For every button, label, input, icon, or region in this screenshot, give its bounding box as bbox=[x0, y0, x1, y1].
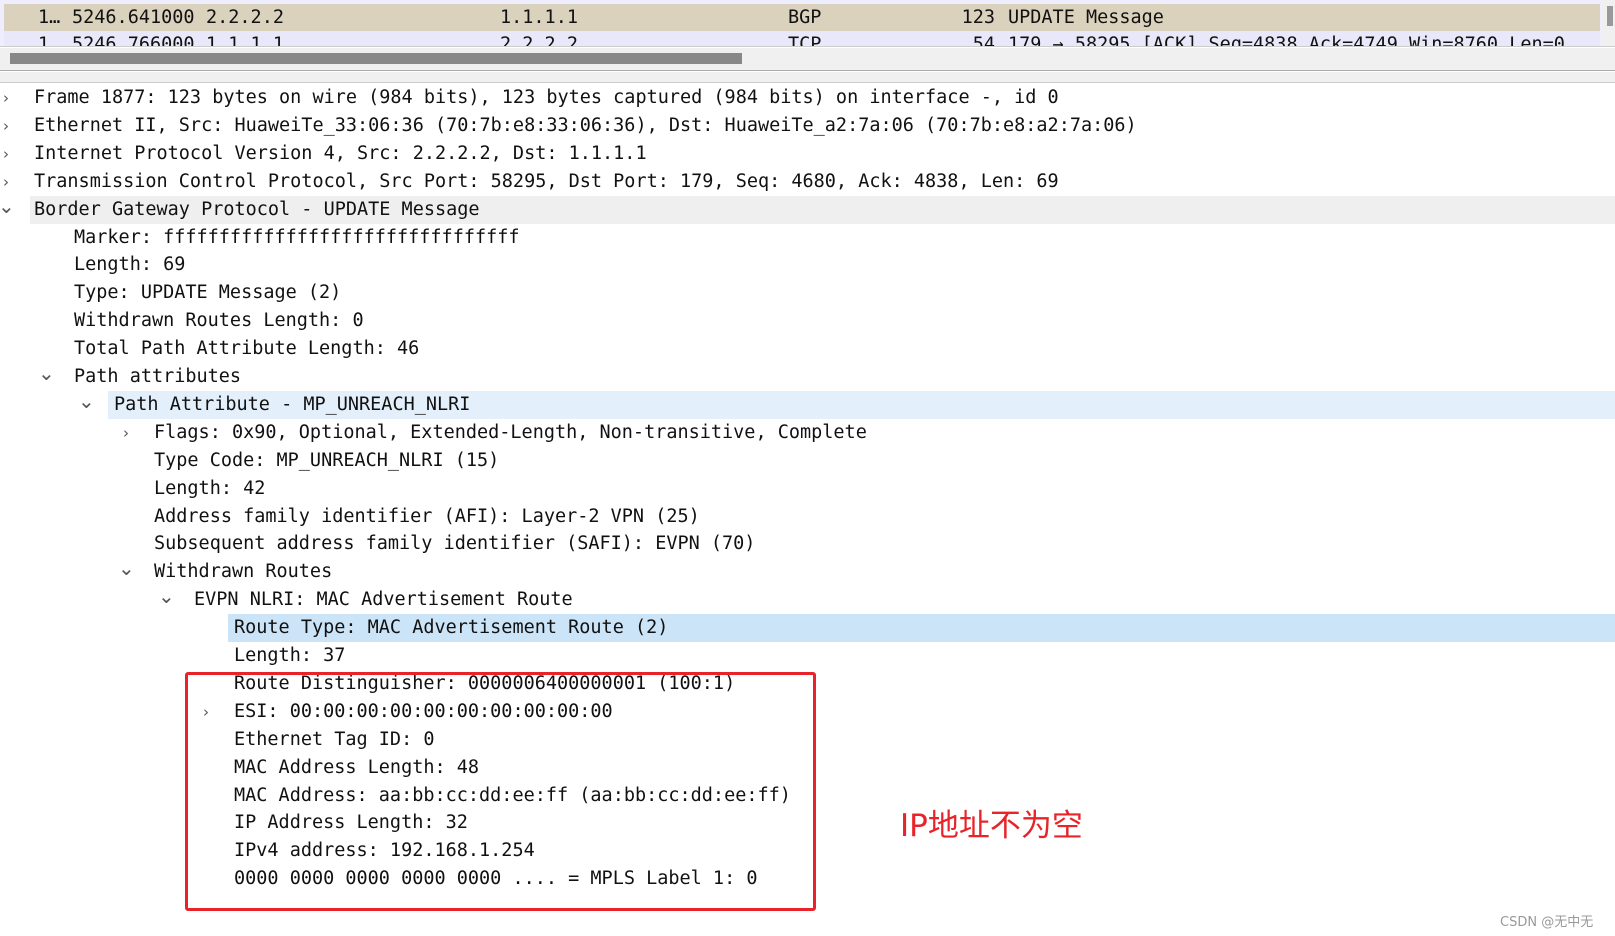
tree-item[interactable]: Total Path Attribute Length: 46 bbox=[0, 335, 1615, 363]
tree-item-label: Marker: ffffffffffffffffffffffffffffffff bbox=[74, 226, 520, 248]
tree-item-label: Path Attribute - MP_UNREACH_NLRI bbox=[114, 393, 471, 415]
tree-item[interactable]: Route Type: MAC Advertisement Route (2) bbox=[0, 614, 1615, 643]
pane-splitter[interactable] bbox=[0, 72, 1615, 83]
tree-item-label: Type Code: MP_UNREACH_NLRI (15) bbox=[154, 449, 500, 471]
tree-item[interactable]: ⌄ Withdrawn Routes bbox=[0, 558, 1615, 586]
tree-item[interactable]: Address family identifier (AFI): Layer-2… bbox=[0, 503, 1615, 531]
packet-row[interactable]: 1… 5246.641000 2.2.2.2 1.1.1.1 BGP 123 U… bbox=[4, 4, 1600, 31]
packet-time: 5246.766000 bbox=[72, 34, 195, 47]
tree-item-label: Total Path Attribute Length: 46 bbox=[74, 338, 420, 360]
chevron-down-icon[interactable]: ⌄ bbox=[38, 363, 55, 383]
tree-item[interactable]: Type: UPDATE Message (2) bbox=[0, 279, 1615, 307]
tree-item-label: Type: UPDATE Message (2) bbox=[74, 282, 342, 304]
tree-item[interactable]: › Frame 1877: 123 bytes on wire (984 bits… bbox=[0, 84, 1615, 112]
chevron-down-icon[interactable]: ⌄ bbox=[78, 391, 95, 411]
annotation-text: IP地址不为空 bbox=[900, 808, 1083, 844]
chevron-down-icon[interactable]: ⌄ bbox=[158, 586, 175, 606]
packet-source: 1.1.1.1 bbox=[206, 34, 284, 47]
tree-item-label: Frame 1877: 123 bytes on wire (984 bits)… bbox=[34, 87, 1059, 108]
tree-item[interactable]: Length: 42 bbox=[0, 475, 1615, 503]
tree-item-label: Transmission Control Protocol, Src Port:… bbox=[34, 170, 1059, 192]
packet-row[interactable]: 1… 5246.766000 1.1.1.1 2.2.2.2 TCP 54 17… bbox=[4, 31, 1600, 47]
watermark: CSDN @无中无 bbox=[1500, 915, 1594, 930]
chevron-down-icon[interactable]: ⌄ bbox=[0, 196, 15, 216]
packet-info: 179 → 58295 [ACK] Seq=4838 Ack=4749 Win=… bbox=[1008, 34, 1565, 47]
tree-item-label: Path attributes bbox=[74, 366, 242, 387]
scroll-thumb[interactable] bbox=[1607, 6, 1613, 26]
horizontal-scrollbar[interactable] bbox=[0, 48, 1615, 71]
highlight-box bbox=[185, 672, 816, 911]
tree-item-label: Length: 42 bbox=[154, 477, 266, 499]
packet-protocol: BGP bbox=[788, 7, 822, 28]
packet-no: 1… bbox=[38, 7, 61, 28]
chevron-right-icon[interactable]: › bbox=[118, 419, 134, 447]
tree-item[interactable]: › Ethernet II, Src: HuaweiTe_33:06:36 (70… bbox=[0, 112, 1615, 140]
tree-item-label: Withdrawn Routes bbox=[154, 561, 333, 583]
tree-item[interactable]: Type Code: MP_UNREACH_NLRI (15) bbox=[0, 447, 1615, 475]
tree-item-label: Flags: 0x90, Optional, Extended-Length, … bbox=[154, 421, 867, 443]
chevron-down-icon[interactable]: ⌄ bbox=[118, 558, 135, 578]
tree-item-label: Subsequent address family identifier (SA… bbox=[154, 533, 756, 555]
packet-destination: 2.2.2.2 bbox=[500, 34, 578, 47]
tree-item[interactable]: ⌄ Path attributes bbox=[0, 363, 1615, 391]
packet-length: 54 bbox=[972, 34, 995, 47]
packet-time: 5246.641000 bbox=[72, 7, 195, 28]
chevron-right-icon[interactable]: › bbox=[0, 84, 14, 112]
tree-item[interactable]: ⌄ EVPN NLRI: MAC Advertisement Route bbox=[0, 586, 1615, 614]
tree-item-label: Border Gateway Protocol - UPDATE Message bbox=[34, 198, 480, 220]
tree-item[interactable]: ⌄ Border Gateway Protocol - UPDATE Messag… bbox=[0, 195, 1615, 224]
tree-item-label: Address family identifier (AFI): Layer-2… bbox=[154, 505, 700, 527]
scroll-thumb[interactable] bbox=[10, 53, 742, 64]
tree-item-label: Withdrawn Routes Length: 0 bbox=[74, 310, 364, 332]
packet-length: 123 bbox=[961, 7, 995, 28]
tree-item-label: Internet Protocol Version 4, Src: 2.2.2.… bbox=[34, 142, 647, 164]
tree-item[interactable]: › Transmission Control Protocol, Src Port… bbox=[0, 168, 1615, 196]
tree-item[interactable]: Subsequent address family identifier (SA… bbox=[0, 530, 1615, 558]
tree-item[interactable]: Length: 69 bbox=[0, 251, 1615, 279]
tree-item-label: Length: 37 bbox=[234, 645, 346, 666]
tree-item[interactable]: Length: 37 bbox=[0, 642, 1615, 670]
tree-item[interactable]: Withdrawn Routes Length: 0 bbox=[0, 307, 1615, 335]
packet-info: UPDATE Message bbox=[1008, 7, 1164, 28]
packet-no: 1… bbox=[38, 34, 61, 47]
packet-list: 1… 5246.641000 2.2.2.2 1.1.1.1 BGP 123 U… bbox=[0, 0, 1615, 47]
tree-item[interactable]: ⌄ Path Attribute - MP_UNREACH_NLRI bbox=[0, 390, 1615, 419]
vertical-scrollbar[interactable] bbox=[1601, 0, 1615, 46]
tree-item[interactable]: Marker: ffffffffffffffffffffffffffffffff bbox=[0, 224, 1615, 252]
tree-item-label: EVPN NLRI: MAC Advertisement Route bbox=[194, 589, 573, 611]
chevron-right-icon[interactable]: › bbox=[0, 112, 14, 140]
tree-item-label: Route Type: MAC Advertisement Route (2) bbox=[234, 617, 669, 639]
packet-destination: 1.1.1.1 bbox=[500, 7, 578, 28]
packet-protocol: TCP bbox=[788, 34, 822, 47]
chevron-right-icon[interactable]: › bbox=[0, 168, 14, 196]
tree-item[interactable]: › Flags: 0x90, Optional, Extended-Length,… bbox=[0, 419, 1615, 447]
tree-item-label: Ethernet II, Src: HuaweiTe_33:06:36 (70:… bbox=[34, 114, 1137, 136]
packet-source: 2.2.2.2 bbox=[206, 7, 284, 28]
tree-item[interactable]: › Internet Protocol Version 4, Src: 2.2.2… bbox=[0, 140, 1615, 168]
tree-item-label: Length: 69 bbox=[74, 254, 186, 276]
chevron-right-icon[interactable]: › bbox=[0, 140, 14, 168]
